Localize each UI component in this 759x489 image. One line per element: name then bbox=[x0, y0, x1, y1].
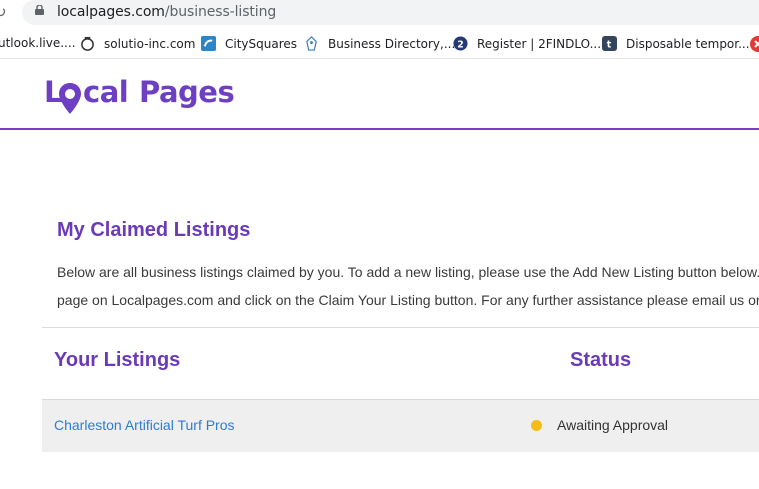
status-dot-icon bbox=[531, 420, 542, 431]
bookmark-label: Register | 2FINDLO... bbox=[477, 36, 602, 51]
directory-icon bbox=[306, 36, 317, 51]
site-header: L cal Pages bbox=[0, 62, 759, 130]
url-path: /business-listing bbox=[164, 4, 277, 20]
bookmark-label: solutio-inc.com bbox=[104, 36, 196, 51]
reload-icon[interactable]: ↻ bbox=[0, 3, 7, 21]
description-line-1: Below are all business listings claimed … bbox=[57, 264, 759, 280]
lock-icon[interactable] bbox=[35, 5, 44, 15]
page-description: Below are all business listings claimed … bbox=[57, 258, 759, 314]
bookmark-2findlocal[interactable]: 2 Register | 2FINDLO... bbox=[453, 36, 601, 51]
bookmark-label: Business Directory,... bbox=[328, 36, 456, 51]
status-text: Awaiting Approval bbox=[557, 417, 669, 433]
tumblr-icon: t bbox=[602, 36, 617, 51]
column-header-status: Status bbox=[570, 349, 632, 371]
bookmark-disposable[interactable]: t Disposable tempor... bbox=[602, 36, 750, 51]
logo-word-pages: Pages bbox=[139, 75, 235, 109]
page-title: My Claimed Listings bbox=[57, 219, 251, 241]
bookmark-citysquares[interactable]: CitySquares bbox=[201, 36, 297, 51]
citysquares-icon bbox=[201, 36, 216, 51]
logo-word-cal: cal bbox=[83, 75, 129, 109]
bookmark-business-directory[interactable]: Business Directory,... bbox=[304, 36, 455, 51]
circle-icon bbox=[81, 36, 94, 51]
table-row: Charleston Artificial Turf Pros Awaiting… bbox=[42, 399, 759, 452]
bookmark-label: Disposable tempor... bbox=[626, 36, 750, 51]
bookmarks-bar: utlook.live.... solutio-inc.com CitySqua… bbox=[0, 30, 759, 59]
bookmark-outlook[interactable]: utlook.live.... bbox=[0, 36, 76, 50]
column-header-listings: Your Listings bbox=[54, 349, 181, 371]
divider bbox=[42, 327, 759, 328]
2findlocal-icon: 2 bbox=[453, 36, 468, 51]
map-pin-icon bbox=[59, 83, 81, 114]
svg-text:t: t bbox=[607, 39, 612, 50]
url-host: localpages.com bbox=[57, 4, 165, 20]
url-text[interactable]: localpages.com/business-listing bbox=[57, 4, 276, 20]
svg-text:2: 2 bbox=[457, 39, 464, 50]
bookmark-label: CitySquares bbox=[225, 36, 298, 51]
description-line-2: page on Localpages.com and click on the … bbox=[57, 292, 759, 308]
bookmark-label: utlook.live.... bbox=[0, 36, 76, 50]
bookmark-solutio[interactable]: solutio-inc.com bbox=[80, 36, 195, 51]
browser-url-bar: ↻ localpages.com/business-listing bbox=[0, 0, 759, 26]
red-x-icon[interactable] bbox=[750, 36, 759, 52]
listing-name-link[interactable]: Charleston Artificial Turf Pros bbox=[54, 417, 235, 433]
